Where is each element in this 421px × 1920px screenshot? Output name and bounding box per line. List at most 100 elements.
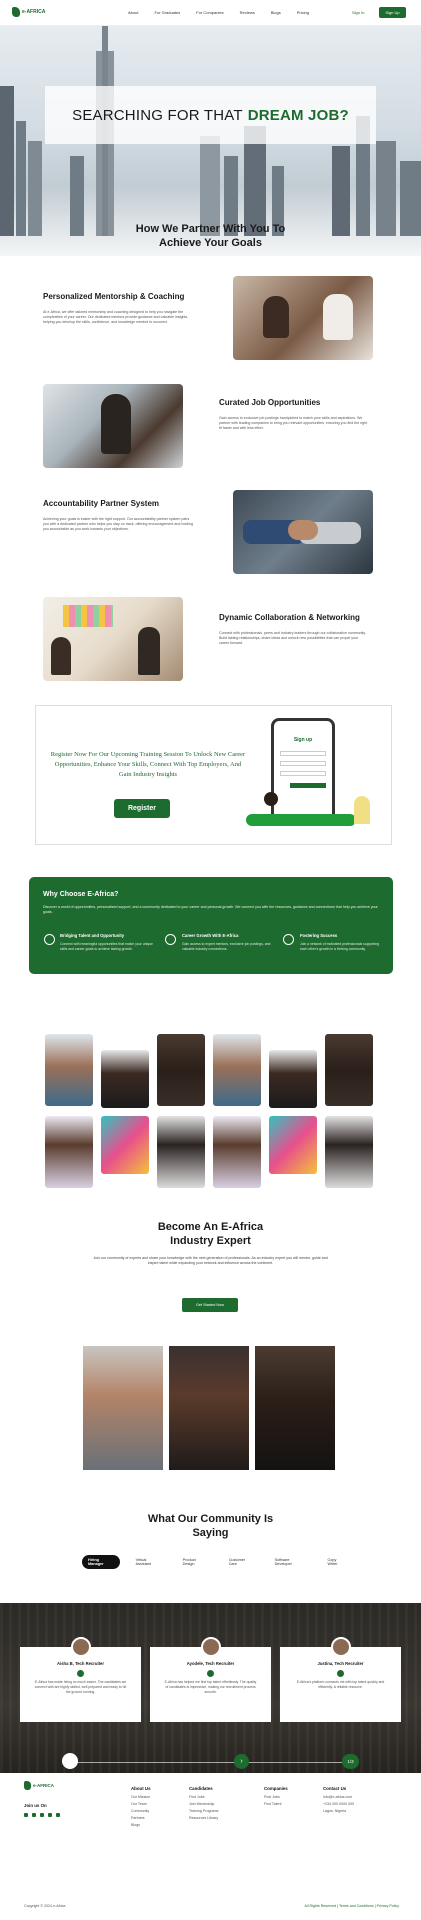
expert-heading-line2: Industry Expert	[170, 1235, 251, 1247]
testimonials-section: Aisha B, Tech Recruiter E-Africa has made…	[0, 1603, 421, 1773]
tab-product-design[interactable]: Product Design	[177, 1555, 213, 1569]
linkedin-icon[interactable]	[48, 1813, 52, 1817]
footer-heading: Companies	[264, 1786, 288, 1791]
footer-link[interactable]: Our Team	[131, 1801, 151, 1808]
feature-title-mentorship: Personalized Mentorship & Coaching	[43, 292, 185, 301]
feature-text-networking: Connect with professionals, peers and in…	[219, 631, 366, 645]
collaboration-photo	[43, 597, 183, 681]
partner-heading-line2: Achieve Your Goals	[159, 237, 262, 249]
footer-link[interactable]: Training Programs	[189, 1808, 218, 1815]
register-banner: Register Now For Our Upcoming Training S…	[35, 705, 392, 845]
expert-heading: Become An E-Africa Industry Expert	[0, 1220, 421, 1248]
member-photo	[269, 1116, 317, 1174]
footer-link[interactable]: Partners	[131, 1815, 151, 1822]
testimonial-card: Ayodele, Tech Recruiter E-Africa has help…	[150, 1637, 271, 1722]
why-item-text: Gain access to expert mentors, exclusive…	[182, 942, 271, 951]
expert-heading-line1: Become An E-Africa	[157, 1221, 264, 1233]
partner-heading: How We Partner With You To Achieve Your …	[0, 222, 421, 250]
footer-contact-phone[interactable]: +234 000 0000 000	[323, 1801, 354, 1808]
community-tabs: Hiring Manager Virtual Assistant Product…	[82, 1555, 352, 1569]
facebook-icon[interactable]	[24, 1813, 28, 1817]
footer-link[interactable]: Community	[131, 1808, 151, 1815]
nav-link-graduates[interactable]: For Graduates	[154, 10, 180, 15]
footer-column-about: About Us Our Mission Our Team Community Part…	[131, 1785, 151, 1829]
tab-hiring-manager[interactable]: Hiring Manager	[82, 1555, 120, 1569]
legal-links[interactable]: All Rights Reserved | Terms and Conditio…	[305, 1904, 399, 1908]
feature-title-networking: Dynamic Collaboration & Networking	[219, 613, 360, 622]
brand-logo[interactable]: e-AFRICA	[12, 7, 45, 17]
testimonial-card: Aisha B, Tech Recruiter E-Africa has made…	[20, 1637, 141, 1722]
member-photo	[269, 1050, 317, 1108]
nav-link-companies[interactable]: For Companies	[196, 10, 223, 15]
member-photo	[45, 1034, 93, 1106]
testimonial-name: Justina, Tech Recruiter	[317, 1661, 364, 1666]
testimonial-text: E-Africa has helped me find top talent e…	[164, 1680, 257, 1694]
copyright-text: Copyright © 2024 e-Africa	[24, 1904, 66, 1908]
expert-photo	[255, 1346, 335, 1470]
phone-signup-title: Sign up	[293, 737, 313, 743]
footer-heading: About Us	[131, 1786, 151, 1791]
tab-software-developer[interactable]: Software Developer	[269, 1555, 312, 1569]
footer-link[interactable]: Our Mission	[131, 1794, 151, 1801]
footer-link[interactable]: Join Mentorship	[189, 1801, 218, 1808]
quote-icon	[337, 1670, 344, 1677]
register-button[interactable]: Register	[114, 799, 170, 818]
register-text: Register Now For Our Upcoming Training S…	[50, 751, 246, 778]
nav-link-pricing[interactable]: Pricing	[297, 10, 309, 15]
member-photo	[101, 1116, 149, 1174]
testimonial-name: Aisha B, Tech Recruiter	[57, 1661, 104, 1666]
slider-handle[interactable]	[62, 1753, 78, 1769]
testimonial-text: E-Africa has made hiring so much easier.…	[34, 1680, 127, 1694]
footer-contact-email[interactable]: info@e-africa.com	[323, 1794, 354, 1801]
member-photo	[325, 1116, 373, 1188]
testimonial-card: Justina, Tech Recruiter E-Africa's platfo…	[280, 1637, 401, 1722]
africa-logo-icon	[24, 1781, 31, 1790]
handshake-icon	[44, 934, 55, 945]
slide-counter: 1/3	[342, 1754, 359, 1769]
tab-copy-writer[interactable]: Copy Writer	[321, 1555, 352, 1569]
avatar	[200, 1637, 221, 1657]
footer-link[interactable]: Find Talent	[264, 1801, 288, 1808]
why-item-text: Connect with meaningful opportunities th…	[60, 942, 153, 951]
nav-link-about[interactable]: About	[128, 10, 138, 15]
member-photo	[325, 1034, 373, 1106]
footer-link[interactable]: Resources Library	[189, 1815, 218, 1822]
handshake-photo	[233, 490, 373, 574]
instagram-icon[interactable]	[40, 1813, 44, 1817]
footer-link[interactable]: Post Jobs	[264, 1794, 288, 1801]
slider-track	[62, 1762, 359, 1763]
expert-photo	[169, 1346, 249, 1470]
mentorship-photo	[233, 276, 373, 360]
feature-text-mentorship: At e-Africa, we offer tailored mentorshi…	[43, 310, 189, 324]
job-opportunities-photo	[43, 384, 183, 468]
nav-link-blogs[interactable]: Blogs	[271, 10, 281, 15]
testimonial-text: E-Africa's platform connects me with top…	[296, 1680, 385, 1689]
feature-title-jobs: Curated Job Opportunities	[219, 398, 321, 407]
next-arrow-icon[interactable]: ›	[234, 1754, 249, 1769]
footer-logo[interactable]: e-AFRICA	[24, 1781, 54, 1790]
footer-heading: Candidates	[189, 1786, 213, 1791]
youtube-icon[interactable]	[56, 1813, 60, 1817]
community-heading-line1: What Our Community Is	[147, 1513, 274, 1525]
feature-text-accountability: Achieving your goals is easier with the …	[43, 517, 193, 531]
twitter-icon[interactable]	[32, 1813, 36, 1817]
person-illustration	[246, 814, 356, 826]
feature-text-jobs: Gain access to exclusive job postings ha…	[219, 416, 368, 430]
tab-customer-care[interactable]: Customer Care	[223, 1555, 259, 1569]
footer-link[interactable]: Blogs	[131, 1822, 151, 1829]
sign-up-button[interactable]: Sign Up	[379, 7, 406, 18]
footer-link[interactable]: Find Jobs	[189, 1794, 218, 1801]
expert-photo	[83, 1346, 163, 1470]
join-us-label: Join us On	[24, 1803, 47, 1808]
footer-logo-text: e-AFRICA	[33, 1783, 54, 1788]
nav-link-reviews[interactable]: Reviews	[240, 10, 255, 15]
social-icons	[24, 1813, 60, 1817]
member-photo	[45, 1116, 93, 1188]
tab-virtual-assistant[interactable]: Virtual Assistant	[130, 1555, 167, 1569]
nav-links: About For Graduates For Companies Review…	[128, 10, 309, 15]
quote-icon	[207, 1670, 214, 1677]
avatar	[70, 1637, 91, 1657]
get-started-button[interactable]: Get Started Now	[182, 1298, 238, 1312]
hero-title-lead: SEARCHING FOR THAT	[72, 106, 243, 124]
sign-in-link[interactable]: Sign In	[352, 10, 364, 15]
